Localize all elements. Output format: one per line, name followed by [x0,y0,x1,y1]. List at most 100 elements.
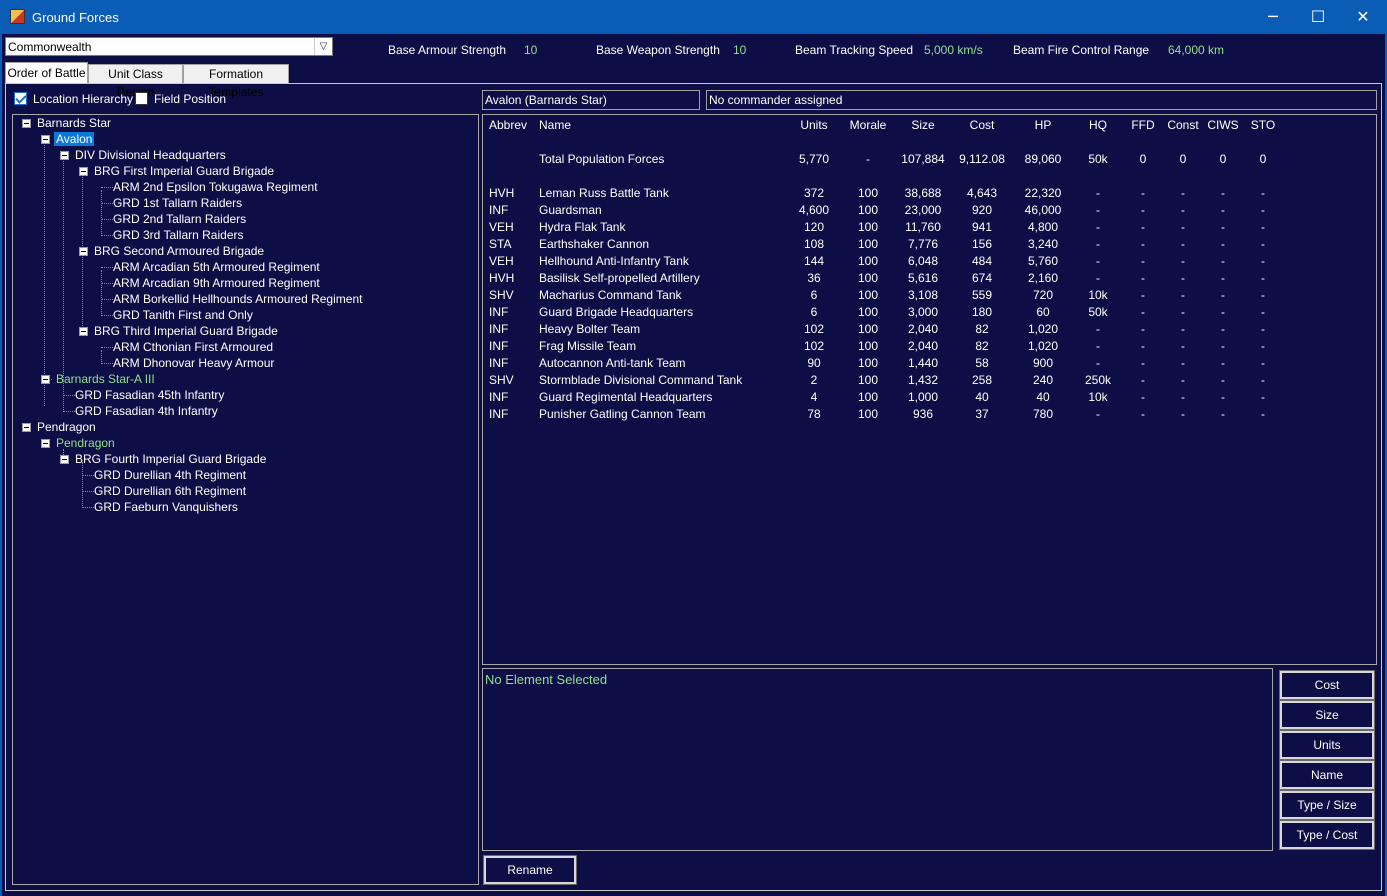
tree-node-system[interactable]: Pendragon [37,420,96,434]
cell-morale: 100 [857,220,879,234]
cell-hp: 46,000 [1024,203,1062,217]
cell-hp: 1,020 [1027,339,1059,353]
tree-node-formation[interactable]: GRD Durellian 4th Regiment [94,468,246,482]
tree-node-formation[interactable]: ARM Arcadian 9th Armoured Regiment [113,276,320,290]
cell-name: Earthshaker Cannon [539,237,650,251]
cell-morale: 100 [857,322,879,336]
cell-sto: - [1261,407,1265,421]
cell-cost: 156 [971,237,993,251]
tree-node-formation[interactable]: GRD Durellian 6th Regiment [94,484,246,498]
header-abbrev[interactable]: Abbrev [489,118,527,132]
location-hierarchy-checkbox[interactable] [14,92,27,105]
cell-morale: 100 [857,373,879,387]
cell-hp: 4,800 [1027,220,1059,234]
cell-cost: 258 [971,373,993,387]
collapse-icon[interactable] [60,151,69,160]
header-hp[interactable]: HP [1013,118,1073,132]
maximize-button[interactable]: ☐ [1295,0,1341,34]
header-cost[interactable]: Cost [952,118,1012,132]
tree-node-formation[interactable]: ARM Cthonian First Armoured [113,340,273,354]
cell-units: 36 [807,271,821,285]
window-title: Ground Forces [32,10,119,25]
sort-name-button[interactable]: Name [1279,760,1375,790]
minimize-button[interactable]: ─ [1250,0,1296,34]
cell-hp: 89,060 [1024,152,1062,166]
header-units[interactable]: Units [784,118,844,132]
tree-node-formation[interactable]: ARM 2nd Epsilon Tokugawa Regiment [113,180,318,194]
cell-name: Guard Regimental Headquarters [539,390,713,404]
tab-unit-class-design[interactable]: Unit Class Design [88,64,183,99]
tree-node-formation[interactable]: GRD 3rd Tallarn Raiders [113,228,244,242]
tree-node-formation[interactable]: BRG Fourth Imperial Guard Brigade [75,452,266,466]
app-icon [10,9,25,24]
sort-units-button[interactable]: Units [1279,730,1375,760]
tree-node-formation[interactable]: ARM Arcadian 5th Armoured Regiment [113,260,320,274]
cell-morale: 100 [857,390,879,404]
tree-node-formation[interactable]: GRD Tanith First and Only [113,308,253,322]
collapse-icon[interactable] [41,375,50,384]
collapse-icon[interactable] [79,167,88,176]
cell-morale: 100 [857,339,879,353]
tree-node-formation[interactable]: GRD Fasadian 4th Infantry [75,404,218,418]
tree-node-formation[interactable]: BRG Third Imperial Guard Brigade [94,324,278,338]
tree-node-population[interactable]: Avalon [54,132,95,146]
formation-tree[interactable]: Barnards Star Avalon DIV Divisional Head… [12,114,479,885]
sort-type-cost-button[interactable]: Type / Cost [1279,820,1375,850]
cell-sto: - [1261,220,1265,234]
cell-cost: 82 [975,322,989,336]
sort-type-size-button[interactable]: Type / Size [1279,790,1375,820]
collapse-icon[interactable] [22,423,31,432]
cell-sto: 0 [1259,152,1267,166]
race-dropdown[interactable]: Commonwealth ▽ [5,37,333,56]
cell-units: 6 [810,305,818,319]
tree-node-formation[interactable]: GRD Fasadian 45th Infantry [75,388,224,402]
cell-name: Heavy Bolter Team [539,322,641,336]
collapse-icon[interactable] [79,247,88,256]
weapon-strength-label: Base Weapon Strength [596,43,720,57]
collapse-icon[interactable] [79,327,88,336]
collapse-icon[interactable] [41,135,50,144]
tab-formation-templates[interactable]: Formation Templates [183,64,289,99]
cell-abbrev: INF [489,305,509,319]
sort-cost-button[interactable]: Cost [1279,670,1375,700]
collapse-icon[interactable] [22,119,31,128]
cell-name: Hydra Flak Tank [539,220,626,234]
element-list[interactable]: Abbrev Name Units Morale Size Cost HP HQ… [482,114,1377,665]
tree-node-formation[interactable]: GRD 2nd Tallarn Raiders [113,212,246,226]
cell-size: 1,000 [907,390,939,404]
header-sto[interactable]: STO [1233,118,1293,132]
cell-sto: - [1261,288,1265,302]
sort-size-button[interactable]: Size [1279,700,1375,730]
tree-node-formation[interactable]: BRG First Imperial Guard Brigade [94,164,274,178]
cell-abbrev: SHV [489,288,514,302]
tree-node-population[interactable]: Pendragon [56,436,115,450]
cell-hp: 60 [1036,305,1050,319]
tree-node-system[interactable]: Barnards Star [37,116,111,130]
tree-node-formation[interactable]: GRD Faeburn Vanquishers [94,500,238,514]
field-position-checkbox[interactable] [135,92,148,105]
header-morale[interactable]: Morale [838,118,898,132]
cell-units: 90 [807,356,821,370]
tree-node-formation[interactable]: GRD 1st Tallarn Raiders [113,196,242,210]
cell-hp: 3,240 [1027,237,1059,251]
collapse-icon[interactable] [60,455,69,464]
tree-node-formation[interactable]: BRG Second Armoured Brigade [94,244,264,258]
tree-node-formation[interactable]: DIV Divisional Headquarters [75,148,226,162]
fire-control-range-label: Beam Fire Control Range [1013,43,1150,57]
cell-abbrev: STA [489,237,512,251]
tab-order-of-battle[interactable]: Order of Battle [5,62,88,84]
close-button[interactable]: ✕ [1340,0,1386,34]
chevron-down-icon[interactable]: ▽ [314,38,332,55]
cell-hp: 5,760 [1027,254,1059,268]
tree-node-population[interactable]: Barnards Star-A III [56,372,155,386]
rename-button[interactable]: Rename [483,855,577,885]
cell-size: 2,040 [907,322,939,336]
collapse-icon[interactable] [41,439,50,448]
cell-cost: 9,112.08 [959,152,1005,166]
tree-node-formation[interactable]: ARM Borkellid Hellhounds Armoured Regime… [113,292,362,306]
tree-node-formation[interactable]: ARM Dhonovar Heavy Armour [113,356,274,370]
cell-size: 107,884 [901,152,945,166]
header-name[interactable]: Name [539,118,571,132]
header-size[interactable]: Size [893,118,953,132]
cell-cost: 920 [971,203,993,217]
